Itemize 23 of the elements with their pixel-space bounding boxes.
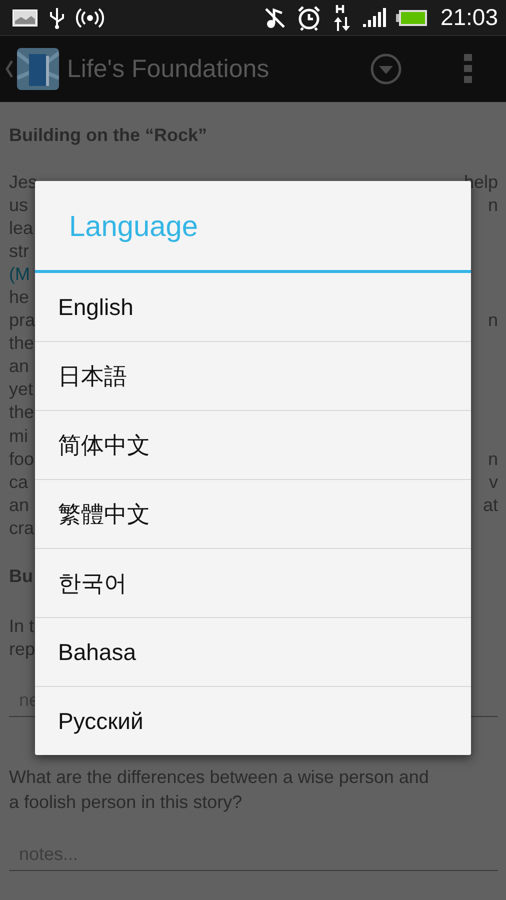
mute-icon	[264, 6, 286, 28]
language-option[interactable]: 日本語	[35, 341, 471, 410]
overflow-menu-icon[interactable]	[464, 54, 472, 84]
language-option[interactable]: 繁體中文	[35, 479, 471, 548]
language-option[interactable]: Русский	[35, 686, 471, 755]
data-arrows-icon	[332, 4, 352, 32]
language-option[interactable]: 简体中文	[35, 410, 471, 479]
battery-icon	[396, 8, 428, 26]
up-button[interactable]	[5, 48, 59, 90]
back-chevron-icon	[5, 60, 13, 78]
signal-icon	[362, 8, 386, 28]
image-icon	[12, 8, 38, 26]
usb-icon	[48, 6, 66, 30]
alarm-icon	[296, 4, 322, 30]
dropdown-icon[interactable]	[370, 53, 402, 85]
language-option[interactable]: English	[35, 273, 471, 341]
language-option[interactable]: Bahasa	[35, 617, 471, 686]
dialog-title: Language	[68, 210, 200, 245]
hotspot-icon	[76, 8, 104, 28]
screen-title: Life's Foundations	[67, 54, 270, 84]
book-icon	[17, 48, 59, 90]
clock-time: 21:03	[440, 4, 498, 31]
language-option[interactable]: 한국어	[35, 548, 471, 617]
